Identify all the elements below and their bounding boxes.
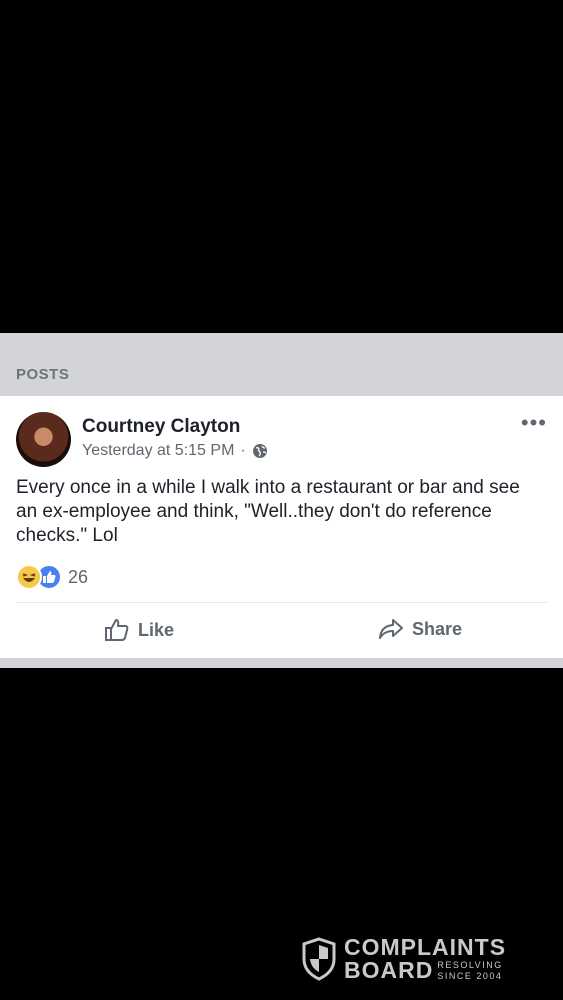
watermark-text: COMPLAINTS BOARD RESOLVING SINCE 2004: [344, 936, 506, 982]
shield-logo-icon: [302, 937, 336, 981]
reactions-summary[interactable]: 26: [16, 564, 88, 590]
like-button[interactable]: Like: [104, 617, 174, 643]
post-author[interactable]: Courtney Clayton: [82, 416, 240, 438]
avatar[interactable]: [16, 412, 71, 467]
post-timestamp[interactable]: Yesterday at 5:15 PM: [82, 442, 234, 460]
bottom-separator: [0, 658, 563, 668]
post-meta: Yesterday at 5:15 PM ·: [82, 442, 268, 460]
watermark-tag2: SINCE 2004: [437, 970, 503, 981]
meta-separator: ·: [240, 442, 246, 459]
post-text: Every once in a while I walk into a rest…: [16, 477, 520, 546]
haha-icon: [16, 564, 42, 590]
watermark-line2: BOARD: [344, 957, 434, 983]
like-label: Like: [138, 619, 175, 640]
posts-section-header: POSTS: [0, 333, 563, 396]
thumbs-up-icon: [105, 619, 129, 641]
top-black-area: [0, 0, 563, 333]
share-arrow-icon: [379, 619, 403, 639]
globe-icon: [252, 444, 267, 458]
watermark-tag1: RESOLVING: [437, 959, 503, 970]
complaints-board-watermark: COMPLAINTS BOARD RESOLVING SINCE 2004: [302, 936, 506, 982]
post-card: Courtney Clayton Yesterday at 5:15 PM · …: [0, 396, 563, 658]
section-title: POSTS: [16, 366, 70, 383]
share-button[interactable]: Share: [378, 617, 462, 641]
share-label: Share: [412, 618, 463, 639]
watermark-line1: COMPLAINTS: [344, 934, 507, 960]
divider: [16, 602, 547, 603]
reaction-count: 26: [68, 566, 89, 587]
more-options-icon[interactable]: •••: [521, 412, 547, 434]
